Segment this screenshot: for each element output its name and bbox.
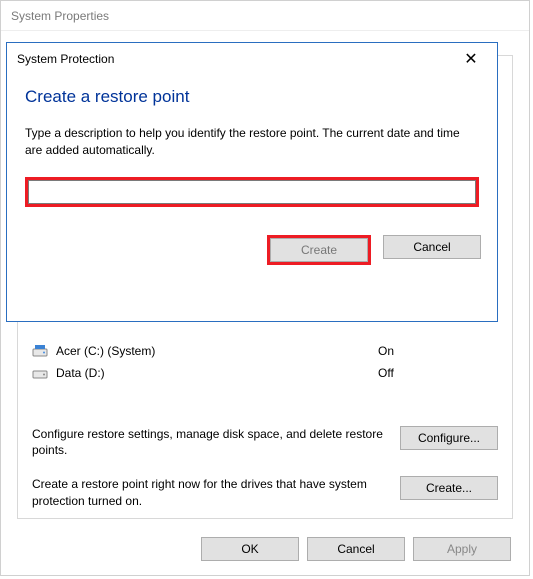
create-button[interactable]: Create... [400,476,498,500]
drive-status: On [378,344,498,358]
dialog-body: Create a restore point Type a descriptio… [7,75,497,207]
system-protection-dialog: System Protection ✕ Create a restore poi… [6,42,498,322]
config-block: Configure restore settings, manage disk … [32,426,498,527]
apply-button[interactable]: Apply [413,537,511,561]
dialog-create-button[interactable]: Create [270,238,368,262]
dialog-heading: Create a restore point [25,87,479,107]
cancel-button[interactable]: Cancel [307,537,405,561]
parent-titlebar: System Properties [1,1,529,31]
drive-name: Acer (C:) (System) [56,344,378,358]
create-description: Create a restore point right now for the… [32,476,388,508]
description-input[interactable] [28,180,476,204]
ok-button[interactable]: OK [201,537,299,561]
parent-title: System Properties [11,9,109,23]
dialog-cancel-button[interactable]: Cancel [383,235,481,259]
drive-row[interactable]: Data (D:) Off [32,362,498,384]
configure-button[interactable]: Configure... [400,426,498,450]
hdd-icon [32,365,48,381]
configure-description: Configure restore settings, manage disk … [32,426,388,458]
drive-status: Off [378,366,498,380]
bottom-button-row: OK Cancel Apply [201,537,511,561]
dialog-button-row: Create Cancel [7,235,497,281]
drive-row[interactable]: Acer (C:) (System) On [32,340,498,362]
description-input-highlight [25,177,479,207]
close-icon[interactable]: ✕ [455,49,487,69]
dialog-instruction: Type a description to help you identify … [25,125,479,159]
create-button-highlight: Create [267,235,371,265]
drive-name: Data (D:) [56,366,378,380]
dialog-title: System Protection [17,52,455,66]
drive-list: Acer (C:) (System) On Data (D:) Off [32,340,498,384]
dialog-titlebar: System Protection ✕ [7,43,497,75]
hdd-icon [32,343,48,359]
